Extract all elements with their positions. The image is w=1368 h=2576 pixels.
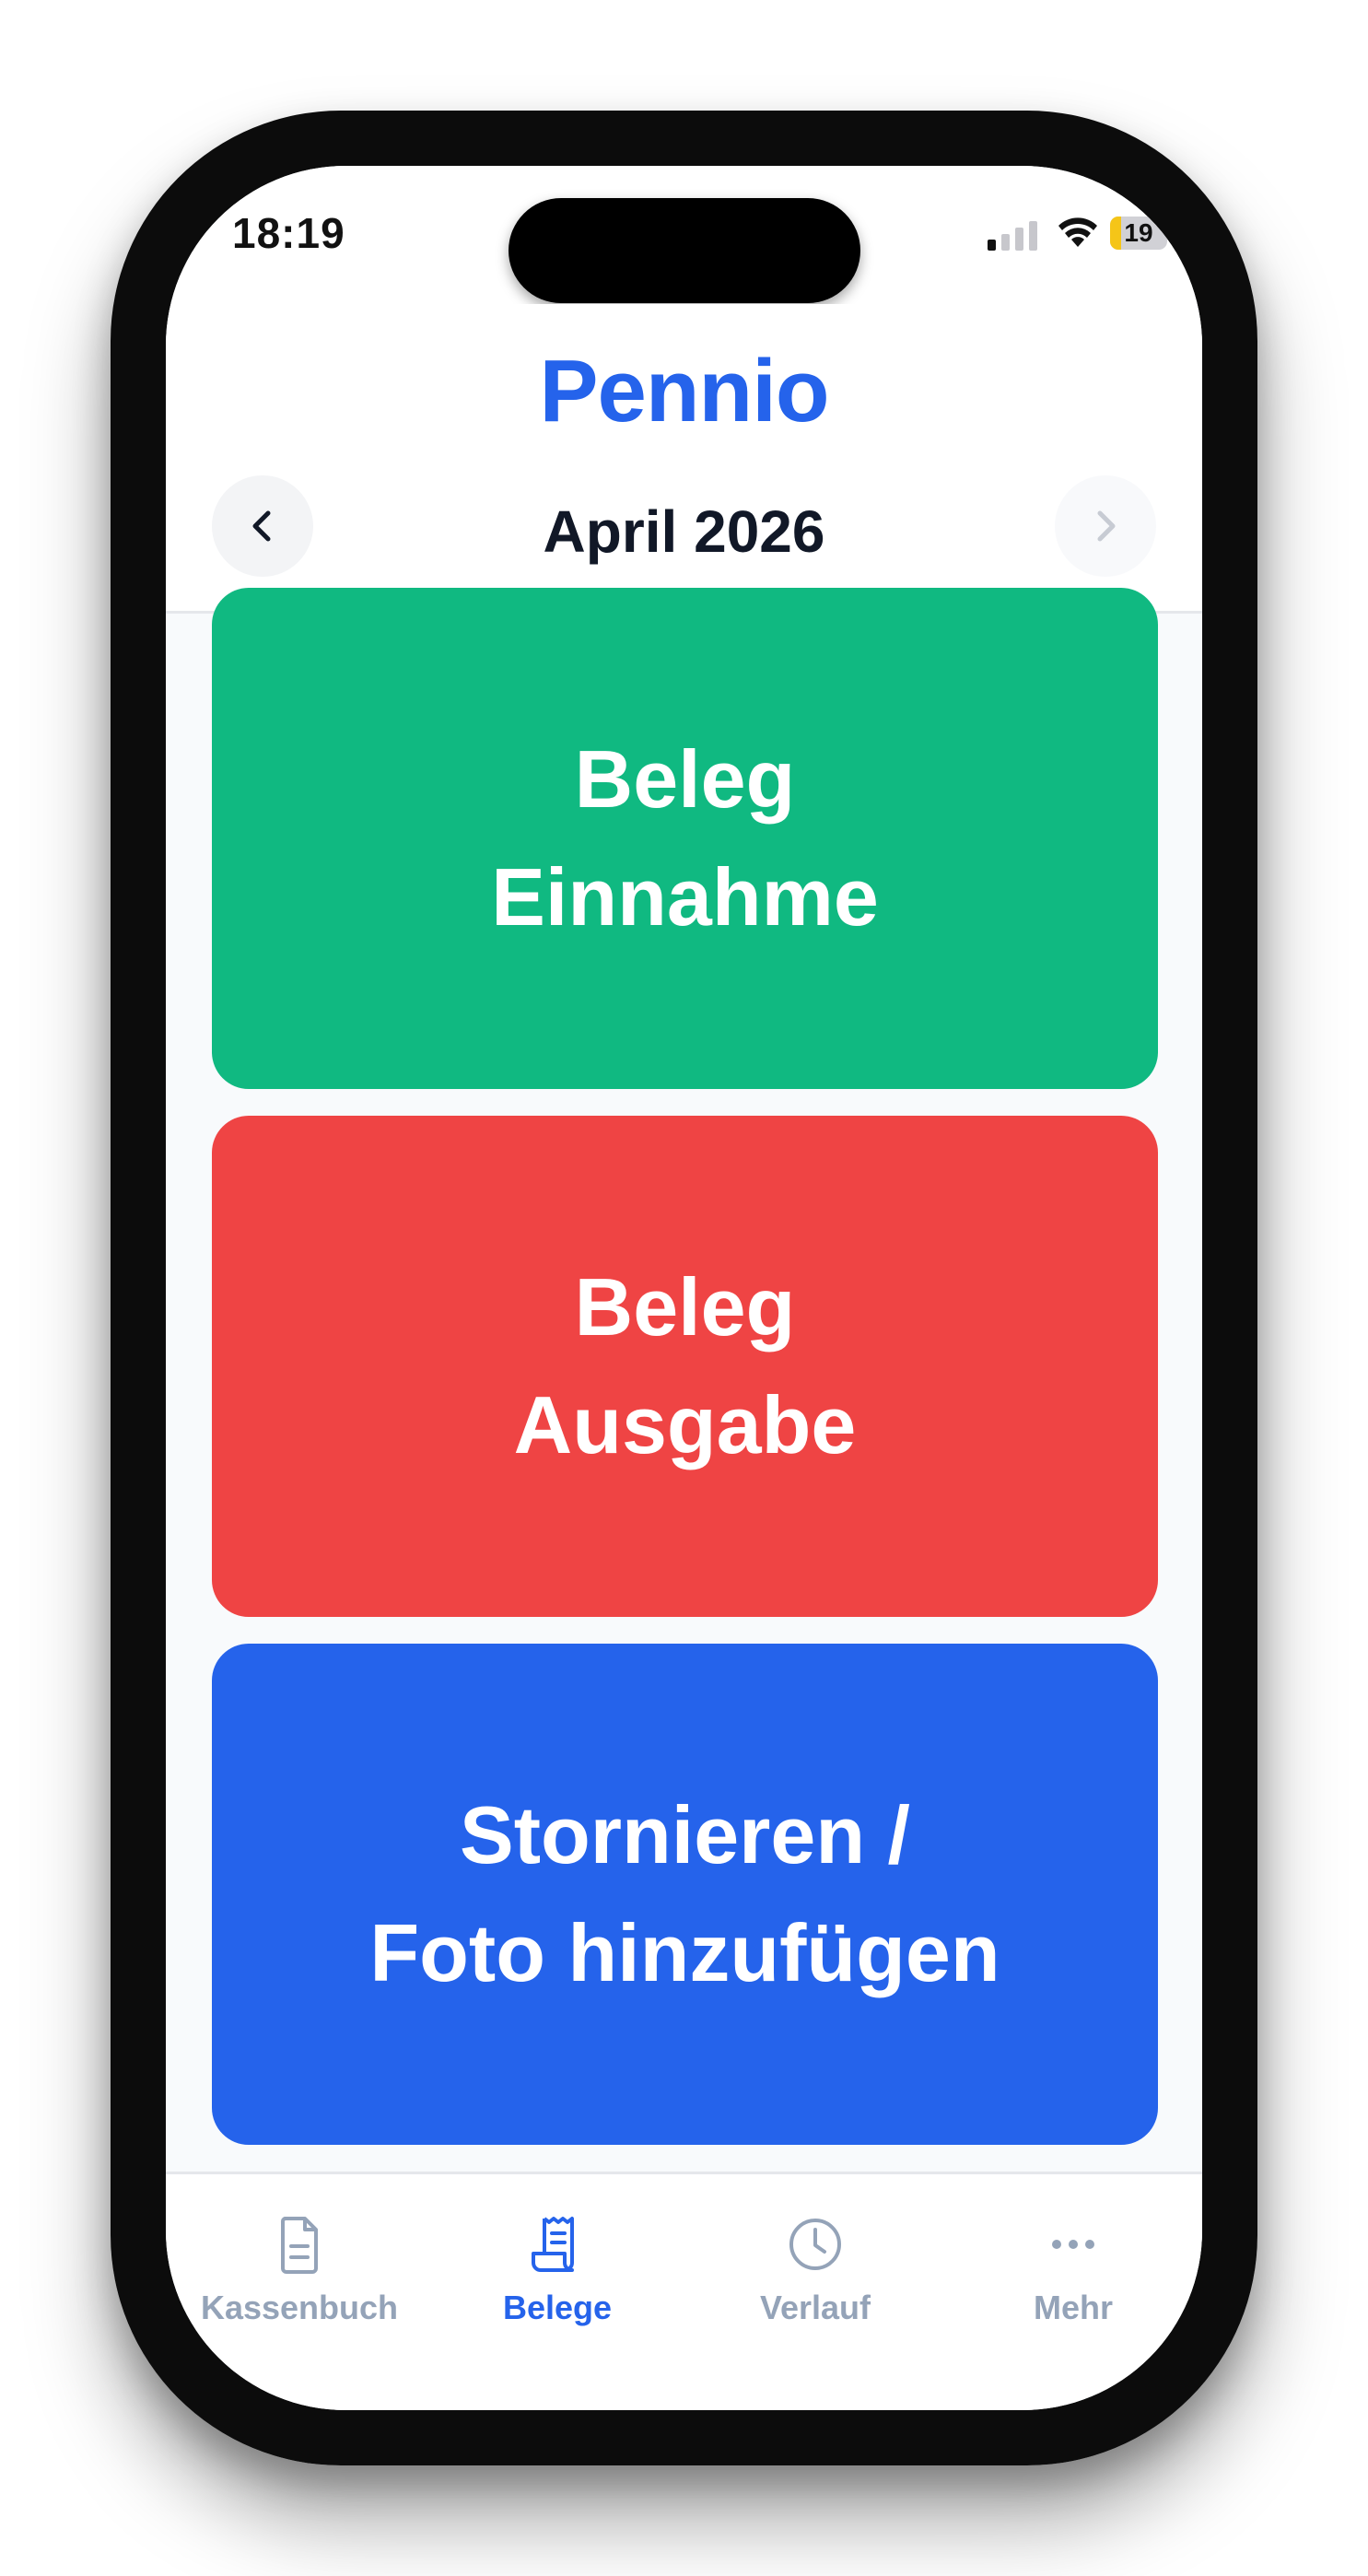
month-label: April 2026 — [543, 498, 825, 565]
wifi-icon — [1058, 217, 1097, 247]
battery-icon: 19 — [1110, 217, 1167, 250]
tab-verlauf-label: Verlauf — [759, 2289, 871, 2326]
app-header: Pennio April 2026 — [166, 304, 1202, 614]
tab-verlauf[interactable]: Verlauf — [696, 2211, 935, 2340]
tab-belege-label: Belege — [502, 2289, 613, 2326]
receipt-income-line1: Beleg — [574, 733, 796, 825]
dynamic-island — [509, 198, 860, 303]
app-title: Pennio — [539, 342, 829, 440]
receipt-icon — [532, 2217, 574, 2272]
app-screen: 18:19 19 Pennio April 2026 Beleg Einnahm… — [166, 166, 1202, 2410]
tab-mehr-label: Mehr — [1033, 2289, 1113, 2326]
battery-percent: 19 — [1124, 218, 1153, 247]
receipt-expense-line1: Beleg — [574, 1261, 796, 1352]
tab-belege[interactable]: Belege — [438, 2211, 677, 2340]
cancel-add-photo-line2: Foto hinzufügen — [369, 1907, 1000, 1998]
tab-kassenbuch[interactable]: Kassenbuch — [180, 2211, 419, 2340]
tab-bar: Kassenbuch Belege Verlauf Mehr — [166, 2172, 1202, 2410]
chevron-right-icon — [1097, 510, 1116, 542]
cancel-add-photo-line1: Stornieren / — [460, 1789, 910, 1880]
status-bar: 18:19 19 — [166, 166, 1202, 304]
phone-frame: 18:19 19 Pennio April 2026 Beleg Einnahm… — [111, 111, 1257, 2465]
document-icon — [280, 2217, 318, 2274]
more-icon — [1052, 2240, 1094, 2249]
status-time: 18:19 — [232, 209, 345, 257]
receipt-income-line2: Einnahme — [491, 851, 879, 943]
cancel-add-photo-button[interactable]: Stornieren / Foto hinzufügen — [212, 1644, 1158, 2145]
receipt-expense-button[interactable]: Beleg Ausgabe — [212, 1116, 1158, 1617]
clock-icon — [789, 2219, 841, 2270]
tab-kassenbuch-label: Kassenbuch — [200, 2289, 399, 2326]
cellular-signal-icon — [988, 219, 1039, 251]
battery-tip — [1170, 227, 1175, 240]
next-month-button[interactable] — [1055, 475, 1156, 577]
receipt-expense-line2: Ausgabe — [513, 1379, 857, 1470]
receipt-income-button[interactable]: Beleg Einnahme — [212, 588, 1158, 1089]
tab-mehr[interactable]: Mehr — [953, 2211, 1193, 2340]
